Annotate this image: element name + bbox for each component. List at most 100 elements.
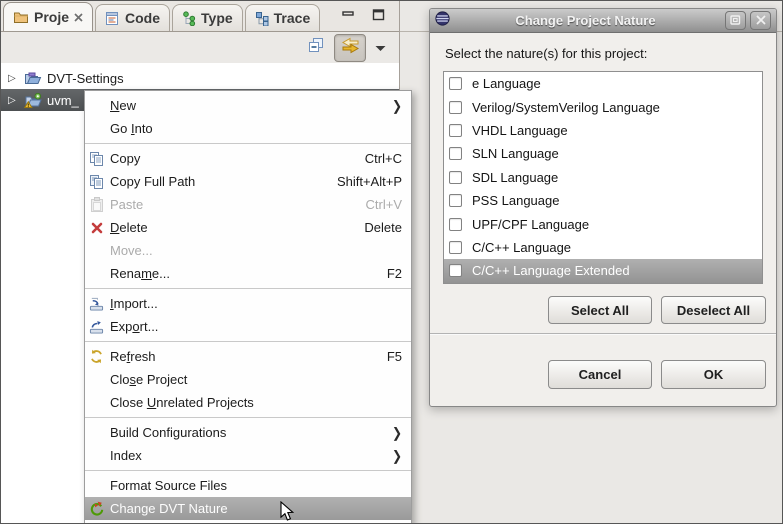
dialog-title: Change Project Nature <box>450 13 721 28</box>
nature-checkbox-upf-cpf-language[interactable] <box>449 218 462 231</box>
nature-label: e Language <box>472 76 541 91</box>
menu-item-label: Refresh <box>110 349 156 364</box>
nature-list: e Language Verilog/SystemVerilog Language… <box>443 71 763 284</box>
menu-item-label: Import... <box>110 296 158 311</box>
copy-path-icon <box>89 174 104 190</box>
paste-icon <box>89 197 104 213</box>
nature-row-sdl-language[interactable]: SDL Language <box>444 166 762 189</box>
menu-item-label: Paste <box>110 197 143 212</box>
export-icon <box>89 319 104 335</box>
view-menu-button[interactable] <box>375 39 386 57</box>
menu-item-copy[interactable]: Copy Ctrl+C <box>85 147 411 170</box>
dialog-close-button[interactable] <box>750 11 771 30</box>
minimize-icon[interactable] <box>342 8 355 26</box>
menu-item-delete[interactable]: DeleteDelete <box>85 216 411 239</box>
tab-close-icon[interactable] <box>74 13 83 22</box>
dialog-close-icon <box>756 12 766 30</box>
view-window-controls <box>342 8 385 26</box>
dialog-maximize-button[interactable] <box>725 11 746 30</box>
menu-item-accelerator: Delete <box>364 220 402 235</box>
nature-row-sln-language[interactable]: SLN Language <box>444 142 762 165</box>
view-tab-proje[interactable]: Proje <box>3 2 93 31</box>
view-tab-code[interactable]: Code <box>95 4 170 31</box>
nature-row-c-c-language-extended[interactable]: C/C++ Language Extended <box>444 259 762 282</box>
view-tab-trace[interactable]: Trace <box>245 4 321 31</box>
menu-item-accelerator: F2 <box>387 266 402 281</box>
nature-row-c-c-language[interactable]: C/C++ Language <box>444 236 762 259</box>
menu-item-accelerator: Ctrl+V <box>366 197 402 212</box>
nature-row-upf-cpf-language[interactable]: UPF/CPF Language <box>444 212 762 235</box>
nature-row-verilog-systemverilog-language[interactable]: Verilog/SystemVerilog Language <box>444 95 762 118</box>
folder-icon <box>13 10 29 24</box>
menu-item-change-dvt-nature[interactable]: Change DVT Nature <box>85 497 411 520</box>
expander-icon[interactable]: ▷ <box>8 95 21 106</box>
menu-item-accelerator: F5 <box>387 349 402 364</box>
menu-item-move: Move... <box>85 239 411 262</box>
view-menu-icon <box>375 39 386 57</box>
menu-item-rename[interactable]: Rename...F2 <box>85 262 411 285</box>
refresh-icon <box>89 349 104 365</box>
menu-item-accelerator: Ctrl+C <box>365 151 402 166</box>
nature-checkbox-verilog-systemverilog-language[interactable] <box>449 101 462 114</box>
mouse-cursor-icon <box>280 501 296 524</box>
nature-row-vhdl-language[interactable]: VHDL Language <box>444 119 762 142</box>
nature-row-pss-language[interactable]: PSS Language <box>444 189 762 212</box>
collapse-all-button[interactable] <box>308 37 325 58</box>
view-tab-type[interactable]: Type <box>172 4 243 31</box>
menu-item-label: Build Configurations <box>110 425 226 440</box>
menu-separator <box>85 288 411 289</box>
nature-checkbox-sdl-language[interactable] <box>449 171 462 184</box>
menu-item-export[interactable]: Export... <box>85 315 411 338</box>
link-with-editor-button[interactable] <box>334 34 366 62</box>
menu-item-import[interactable]: Import... <box>85 292 411 315</box>
tree-item-dvt-settings[interactable]: ▷ DVT-Settings <box>1 67 399 89</box>
code-file-icon <box>105 11 120 26</box>
dialog-maximize-icon <box>730 12 741 30</box>
submenu-arrow-icon: ❯ <box>392 97 402 113</box>
menu-item-index[interactable]: Index❯ <box>85 444 411 467</box>
ok-button[interactable]: OK <box>661 360 766 389</box>
menu-item-build-configurations[interactable]: Build Configurations❯ <box>85 421 411 444</box>
select-all-button[interactable]: Select All <box>548 296 652 324</box>
nature-checkbox-sln-language[interactable] <box>449 147 462 160</box>
tree-item-label: DVT-Settings <box>47 71 124 86</box>
view-tab-bar: ProjeCodeTypeTrace <box>1 1 399 32</box>
menu-item-refresh[interactable]: Refresh F5 <box>85 345 411 368</box>
maximize-icon[interactable] <box>372 8 385 26</box>
menu-item-label: Export... <box>110 319 158 334</box>
project-context-menu: New ❯ Go Into Copy Ctrl+C Copy Full Path Shift… <box>84 90 412 524</box>
menu-item-label: Copy Full Path <box>110 174 195 189</box>
nature-checkbox-e-language[interactable] <box>449 77 462 90</box>
nature-label: SDL Language <box>472 170 558 185</box>
expander-icon[interactable]: ▷ <box>8 73 21 84</box>
delete-icon <box>89 220 104 236</box>
dialog-titlebar[interactable]: Change Project Nature <box>430 9 776 33</box>
nature-checkbox-vhdl-language[interactable] <box>449 124 462 137</box>
copy-icon <box>89 151 104 167</box>
cancel-button[interactable]: Cancel <box>548 360 652 389</box>
menu-separator <box>85 143 411 144</box>
menu-item-close-project[interactable]: Close Project <box>85 368 411 391</box>
nature-checkbox-c-c-language[interactable] <box>449 241 462 254</box>
eclipse-icon <box>435 11 450 31</box>
menu-item-label: Go Into <box>110 121 153 136</box>
menu-item-label: Move... <box>110 243 153 258</box>
nature-checkbox-pss-language[interactable] <box>449 194 462 207</box>
nature-row-e-language[interactable]: e Language <box>444 72 762 95</box>
nature-checkbox-c-c-language-extended[interactable] <box>449 264 462 277</box>
menu-item-copy-full-path[interactable]: Copy Full Path Shift+Alt+P <box>85 170 411 193</box>
menu-item-label: Copy <box>110 151 140 166</box>
eclipse-workbench: ProjeCodeTypeTrace ▷DVT-Settings▷uvm_ Ne… <box>0 0 783 524</box>
menu-item-format-source-files[interactable]: Format Source Files <box>85 474 411 497</box>
nature-label: UPF/CPF Language <box>472 217 589 232</box>
menu-item-go-into[interactable]: Go Into <box>85 117 411 140</box>
menu-separator <box>85 470 411 471</box>
deselect-all-button[interactable]: Deselect All <box>661 296 766 324</box>
nature-label: SLN Language <box>472 146 559 161</box>
menu-item-new[interactable]: New ❯ <box>85 94 411 117</box>
menu-item-accelerator: Shift+Alt+P <box>337 174 402 189</box>
menu-item-label: New <box>110 98 136 113</box>
nature-label: VHDL Language <box>472 123 568 138</box>
nature-label: C/C++ Language Extended <box>472 263 630 278</box>
menu-item-close-unrelated-projects[interactable]: Close Unrelated Projects <box>85 391 411 414</box>
